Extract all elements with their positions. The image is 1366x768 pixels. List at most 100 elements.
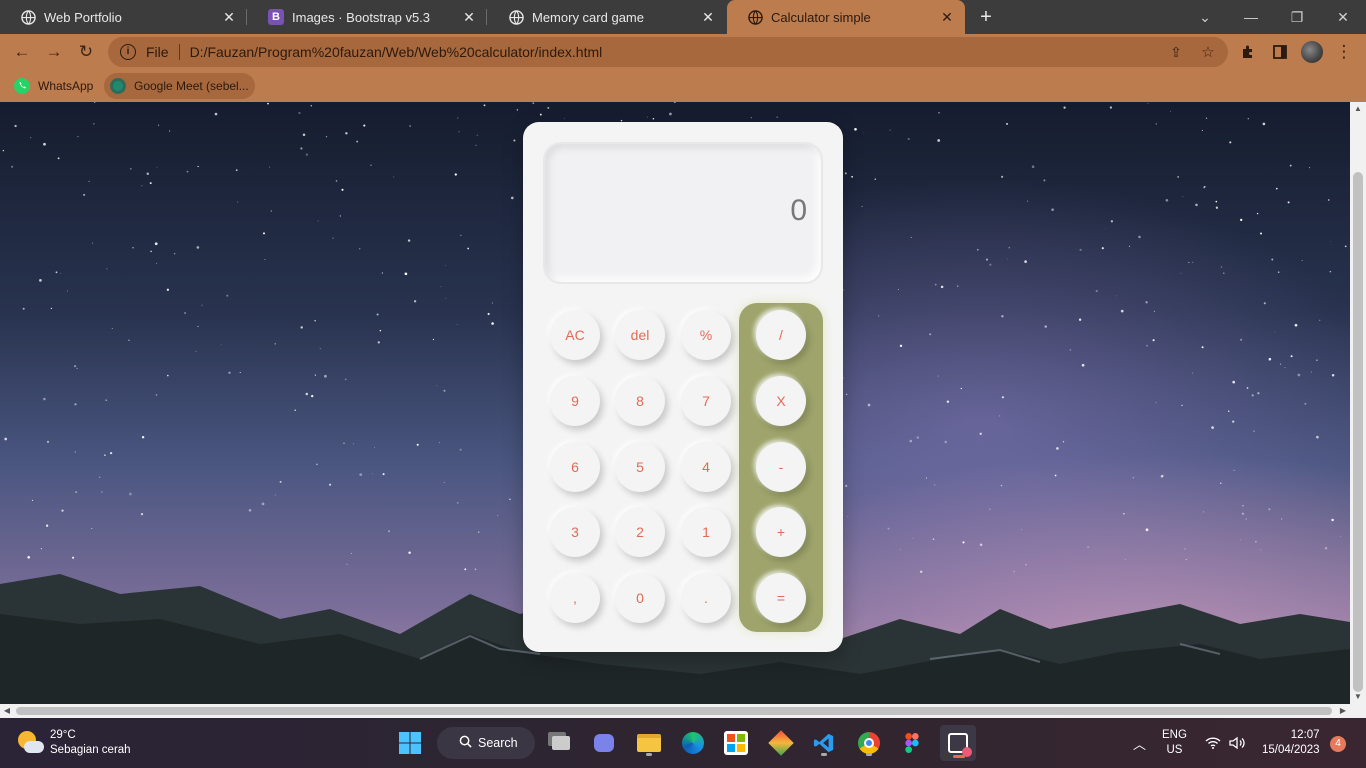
site-info-icon[interactable]: i	[120, 44, 136, 60]
wifi-icon[interactable]	[1205, 718, 1221, 768]
vscode-icon[interactable]	[808, 727, 840, 759]
star	[976, 248, 979, 251]
star	[393, 176, 395, 178]
notification-badge[interactable]: 4	[1330, 736, 1346, 752]
star	[1297, 373, 1301, 377]
scroll-right-arrow-icon[interactable]: ▶	[1336, 704, 1350, 718]
star	[416, 443, 419, 446]
bookmark-label: Google Meet (sebel...	[134, 79, 249, 93]
task-view-icon[interactable]	[545, 727, 577, 759]
key-subtract[interactable]: -	[756, 442, 806, 492]
star	[440, 286, 442, 287]
weather-widget[interactable]: 29°C Sebagian cerah	[16, 728, 131, 758]
star	[467, 247, 470, 250]
close-tab-icon[interactable]: ✕	[700, 9, 716, 25]
back-arrow-icon[interactable]: ←	[11, 41, 33, 63]
volume-icon[interactable]	[1229, 718, 1247, 768]
share-icon[interactable]: ⇪	[1165, 41, 1187, 63]
bookmark-google-meet[interactable]: Google Meet (sebel...	[104, 73, 255, 99]
file-explorer-icon[interactable]	[633, 727, 665, 759]
url-text[interactable]: D:/Fauzan/Program%20fauzan/Web/Web%20cal…	[190, 44, 603, 60]
star	[1327, 199, 1330, 201]
key-0[interactable]: 0	[615, 573, 665, 623]
address-bar[interactable]: i File D:/Fauzan/Program%20fauzan/Web/We…	[108, 37, 1228, 67]
profile-avatar[interactable]	[1301, 41, 1323, 63]
vertical-scrollbar[interactable]: ▲ ▼	[1350, 102, 1366, 704]
close-tab-icon[interactable]: ✕	[221, 9, 237, 25]
key-clear[interactable]: AC	[550, 310, 600, 360]
star	[155, 394, 158, 396]
reload-icon[interactable]: ↻	[75, 41, 97, 63]
chrome-icon[interactable]	[853, 727, 885, 759]
show-hidden-icons-chevron-icon[interactable]: ︿	[1133, 718, 1146, 768]
tab-search-chevron-icon[interactable]: ⌄	[1182, 0, 1228, 34]
key-delete[interactable]: del	[615, 310, 665, 360]
teams-chat-icon[interactable]	[588, 727, 620, 759]
close-window-button[interactable]: ✕	[1320, 0, 1366, 34]
tab-web-portfolio[interactable]: Web Portfolio ✕	[0, 0, 247, 34]
horizontal-scrollbar[interactable]: ◀ ▶	[0, 704, 1366, 718]
key-8[interactable]: 8	[615, 376, 665, 426]
key-divide[interactable]: /	[756, 310, 806, 360]
star	[1155, 402, 1157, 404]
tab-bootstrap-images[interactable]: B Images · Bootstrap v5.3 ✕	[248, 0, 487, 34]
key-5[interactable]: 5	[615, 442, 665, 492]
forward-arrow-icon[interactable]: →	[43, 41, 65, 63]
star	[201, 304, 203, 306]
windows-start-icon[interactable]	[394, 727, 426, 759]
partly-sunny-icon	[16, 729, 44, 757]
tab-memory-card-game[interactable]: Memory card game ✕	[488, 0, 726, 34]
key-1[interactable]: 1	[681, 507, 731, 557]
star	[1256, 212, 1259, 215]
key-4[interactable]: 4	[681, 442, 731, 492]
key-3[interactable]: 3	[550, 507, 600, 557]
key-decimal[interactable]: .	[681, 573, 731, 623]
key-2[interactable]: 2	[615, 507, 665, 557]
new-tab-button[interactable]: +	[973, 5, 999, 31]
bookmark-star-icon[interactable]: ☆	[1197, 41, 1219, 63]
figma-icon[interactable]	[896, 727, 928, 759]
side-panel-icon[interactable]	[1269, 41, 1291, 63]
key-6[interactable]: 6	[550, 442, 600, 492]
star	[1229, 141, 1232, 144]
key-comma[interactable]: ,	[550, 573, 600, 623]
bookmark-whatsapp[interactable]: WhatsApp	[8, 73, 99, 99]
horizontal-scroll-thumb[interactable]	[16, 707, 1332, 715]
star	[1205, 117, 1208, 119]
key-add[interactable]: +	[756, 507, 806, 557]
extensions-puzzle-icon[interactable]	[1237, 41, 1259, 63]
star	[1063, 106, 1066, 109]
star	[305, 153, 309, 156]
star	[239, 371, 241, 374]
star	[302, 133, 306, 136]
sourcetree-icon[interactable]	[765, 727, 797, 759]
star	[104, 454, 106, 456]
key-7[interactable]: 7	[681, 376, 731, 426]
restore-button[interactable]: ❐	[1274, 0, 1320, 34]
close-tab-icon[interactable]: ✕	[461, 9, 477, 25]
vertical-scroll-thumb[interactable]	[1353, 172, 1363, 692]
snipping-tool-icon[interactable]	[940, 725, 976, 761]
star	[454, 173, 457, 176]
star	[74, 403, 77, 406]
key-multiply[interactable]: X	[756, 376, 806, 426]
key-9[interactable]: 9	[550, 376, 600, 426]
key-equals[interactable]: =	[756, 573, 806, 623]
star	[985, 258, 989, 261]
star	[381, 272, 384, 274]
menu-kebab-icon[interactable]: ⋮	[1333, 41, 1355, 63]
clock[interactable]: 12:07 15/04/2023	[1262, 718, 1320, 768]
minimize-button[interactable]: —	[1228, 0, 1274, 34]
close-tab-icon[interactable]: ✕	[939, 9, 955, 25]
scroll-down-arrow-icon[interactable]: ▼	[1350, 690, 1366, 704]
edge-browser-icon[interactable]	[677, 727, 709, 759]
scroll-left-arrow-icon[interactable]: ◀	[0, 704, 14, 718]
scroll-up-arrow-icon[interactable]: ▲	[1350, 102, 1366, 116]
star	[445, 265, 447, 266]
input-language[interactable]: ENG US	[1162, 718, 1187, 768]
taskbar-search[interactable]: Search	[437, 727, 535, 759]
star	[491, 322, 494, 325]
microsoft-store-icon[interactable]	[720, 727, 752, 759]
tab-calculator-simple[interactable]: Calculator simple ✕	[727, 0, 965, 34]
key-percent[interactable]: %	[681, 310, 731, 360]
